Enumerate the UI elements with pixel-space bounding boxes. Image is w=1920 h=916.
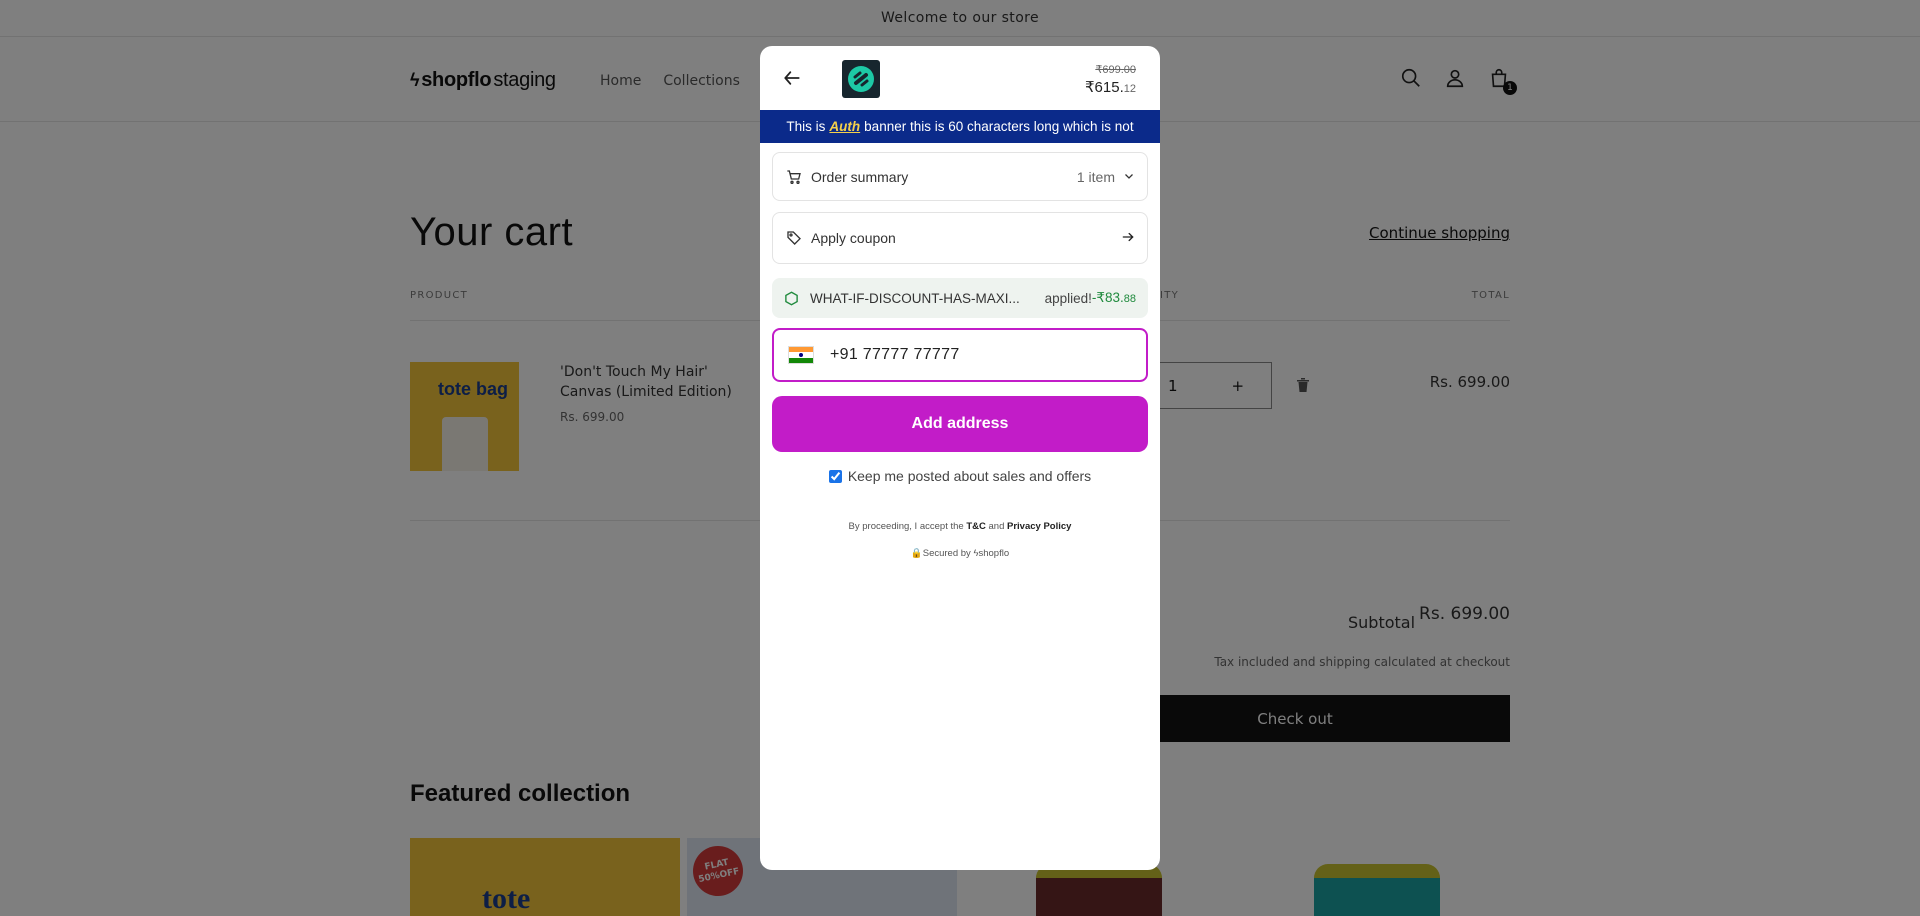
original-price: ₹699.00 [1095,64,1136,76]
applied-amount-main: -₹83. [1091,290,1124,305]
privacy-policy-link[interactable]: Privacy Policy [1007,521,1071,532]
tag-icon [785,229,803,247]
add-address-button[interactable]: Add address [772,396,1148,452]
back-arrow-icon[interactable] [780,66,804,90]
apply-coupon-label: Apply coupon [811,230,896,246]
banner-emphasis: Auth [829,119,861,134]
banner-text-after: banner this is 60 characters long which … [864,119,1134,134]
banner-text-before: This is [786,119,826,134]
lock-icon: 🔒 [910,548,923,559]
legal-prefix: By proceeding, I accept the [848,521,964,532]
legal-text: By proceeding, I accept the T&C and Priv… [760,521,1160,532]
arrow-right-icon [1121,230,1135,247]
merchant-logo [842,60,880,98]
marketing-consent-label: Keep me posted about sales and offers [847,468,1092,484]
secured-by: 🔒Secured by ϟshopflo [760,548,1160,559]
checkout-modal: ₹699.00 ₹615.12 This is Auth banner this… [760,46,1160,870]
applied-amount-decimal: 88 [1123,293,1136,305]
phone-input[interactable] [830,346,1146,364]
secured-prefix: Secured by [922,548,971,559]
apply-coupon-button[interactable]: Apply coupon [772,212,1148,264]
modal-header: ₹699.00 ₹615.12 [760,46,1160,110]
final-price: ₹615.12 [1085,78,1136,96]
chevron-down-icon [1123,169,1135,185]
final-price-main: ₹615. [1085,79,1124,96]
applied-amount: -₹83.88 [1092,290,1136,306]
marketing-consent: Keep me posted about sales and offers [760,468,1160,484]
legal-and: and [988,521,1005,532]
order-item-count: 1 item [1076,168,1115,185]
cart-icon [785,168,803,186]
applied-discount: WHAT-IF-DISCOUNT-HAS-MAXI... applied! -₹… [772,278,1148,318]
applied-code: WHAT-IF-DISCOUNT-HAS-MAXI... [810,290,1020,306]
secured-brand: shopflo [978,548,1010,559]
discount-badge-icon [784,289,802,307]
marketing-consent-checkbox[interactable] [828,469,842,483]
order-summary-label: Order summary [811,168,909,185]
order-summary-toggle[interactable]: Order summary 1 item [772,152,1148,201]
order-price: ₹699.00 ₹615.12 [1085,63,1136,96]
final-price-decimal: 12 [1123,83,1136,95]
auth-banner: This is Auth banner this is 60 character… [760,110,1160,143]
india-flag-icon[interactable] [788,346,814,364]
terms-link[interactable]: T&C [966,521,986,532]
phone-field [772,328,1148,382]
applied-text: applied! [1044,290,1092,306]
